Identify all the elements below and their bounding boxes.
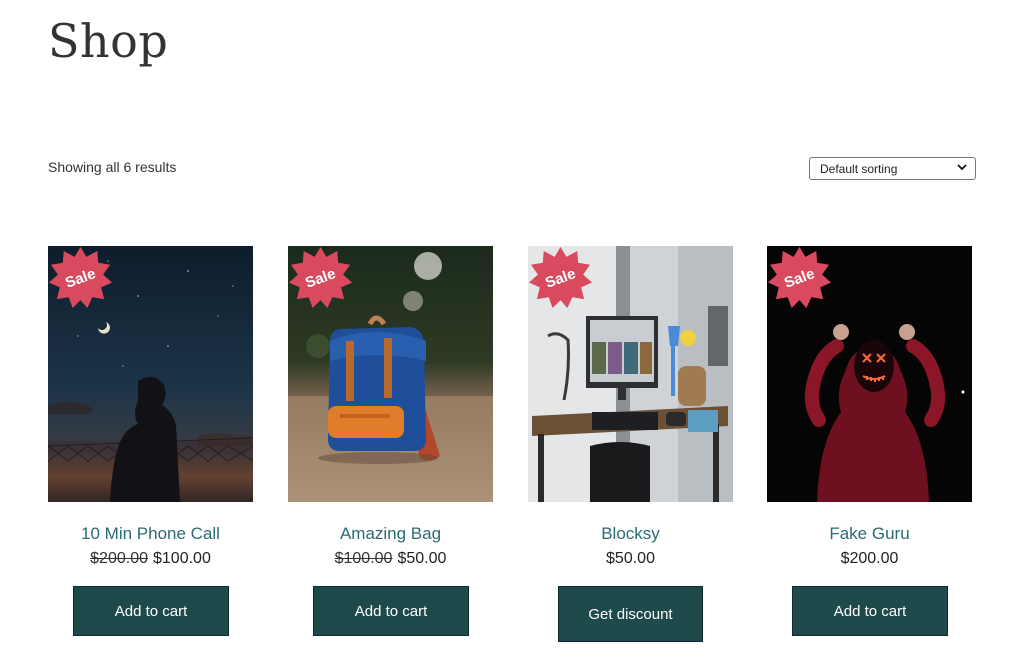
product-card: Sale Amazing Bag $100.00 $50.00 Add to ca… <box>288 246 493 636</box>
sort-select[interactable]: Default sorting <box>809 157 976 180</box>
page-title: Shop <box>48 14 169 68</box>
product-title[interactable]: Amazing Bag <box>288 524 493 544</box>
add-to-cart-button[interactable]: Add to cart <box>313 586 469 636</box>
product-image[interactable]: Sale <box>288 246 493 502</box>
product-image[interactable]: Sale <box>48 246 253 502</box>
old-price: $200.00 <box>90 550 148 567</box>
product-title[interactable]: Blocksy <box>528 524 733 544</box>
chevron-down-icon <box>957 163 967 174</box>
sale-price: $100.00 <box>153 550 211 567</box>
product-card: Sale Fake Guru $200.00 Add to cart <box>767 246 972 636</box>
product-card: Sale 10 Min Phone Call $200.00 $100.00 Ad… <box>48 246 253 636</box>
sale-badge: Sale <box>768 247 831 310</box>
product-price: $200.00 <box>767 550 972 568</box>
product-price: $200.00 $100.00 <box>48 550 253 568</box>
add-to-cart-button[interactable]: Add to cart <box>792 586 948 636</box>
product-title[interactable]: 10 Min Phone Call <box>48 524 253 544</box>
price-value: $200.00 <box>840 550 899 567</box>
sale-badge: Sale <box>289 247 352 310</box>
product-image[interactable]: Sale <box>767 246 972 502</box>
sort-select-value: Default sorting <box>820 161 898 176</box>
product-price: $50.00 <box>528 550 733 568</box>
add-to-cart-button[interactable]: Add to cart <box>73 586 229 636</box>
get-discount-button[interactable]: Get discount <box>558 586 703 642</box>
product-title[interactable]: Fake Guru <box>767 524 972 544</box>
product-card: Sale Blocksy $50.00 Get discount <box>528 246 733 642</box>
price-value: $50.00 <box>606 550 655 567</box>
sale-badge: Sale <box>529 247 592 310</box>
sale-badge: Sale <box>49 247 112 310</box>
sale-price: $50.00 <box>397 550 447 567</box>
result-count: Showing all 6 results <box>48 159 177 175</box>
product-image[interactable]: Sale <box>528 246 733 502</box>
old-price: $100.00 <box>334 550 393 567</box>
product-price: $100.00 $50.00 <box>288 550 493 568</box>
